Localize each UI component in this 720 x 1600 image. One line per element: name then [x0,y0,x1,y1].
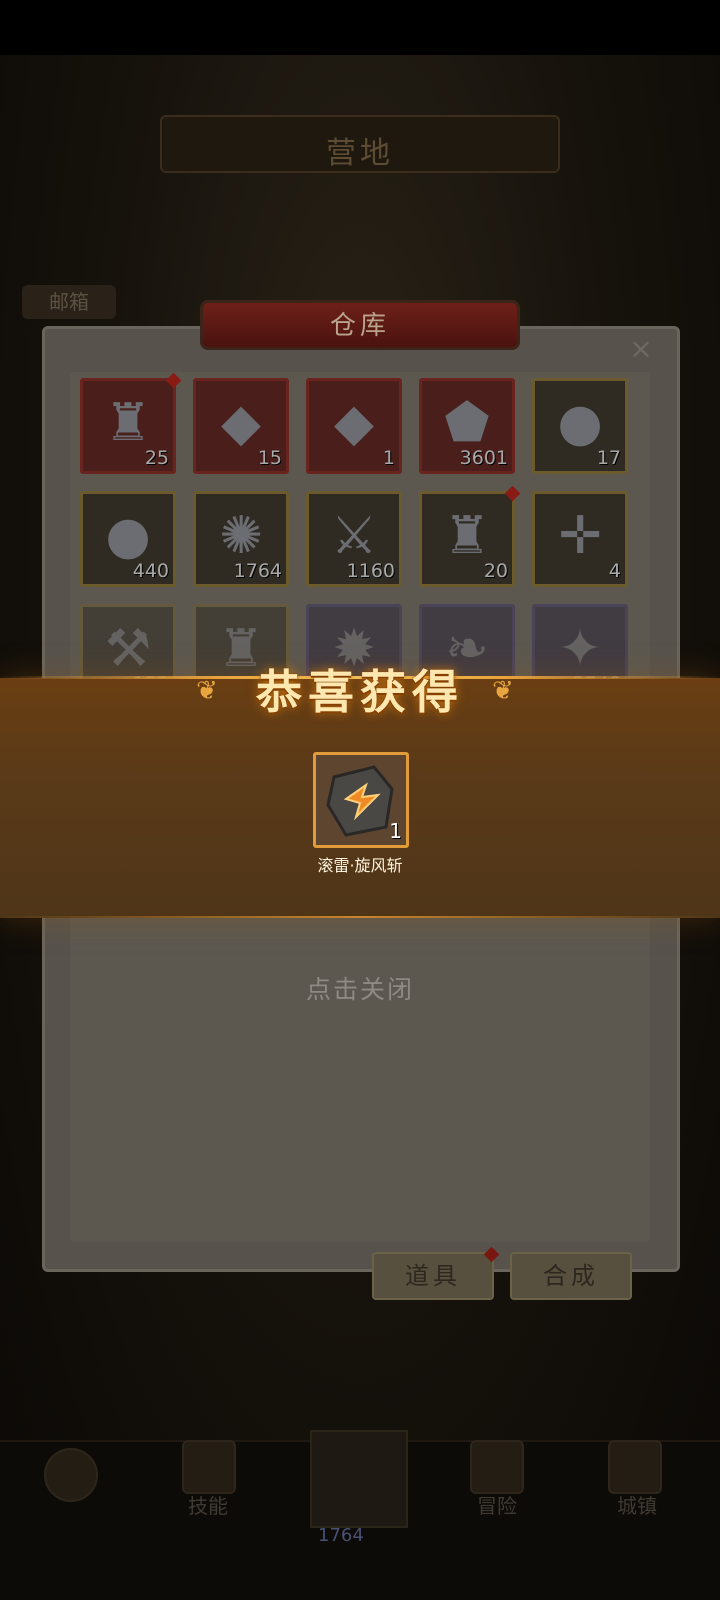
center-shield-icon[interactable] [310,1430,408,1528]
reward-heading: 恭喜获得 [256,665,464,719]
close-icon[interactable]: × [626,334,656,364]
item-icon: ♜ [443,506,491,566]
item-icon: ♜ [104,393,152,453]
item-count: 3601 [459,447,508,469]
inventory-slot[interactable]: ● 440 [80,491,176,587]
item-icon: ◆ [221,393,261,453]
item-count: 1160 [346,560,395,582]
item-count: 440 [132,560,169,582]
cancel-icon[interactable] [44,1448,98,1502]
props-button[interactable]: 道具 [372,1246,500,1300]
item-icon: ⬟ [444,393,490,453]
item-icon: ● [557,393,603,453]
map-icon[interactable] [470,1440,524,1494]
nav-town[interactable]: 城镇 [592,1490,682,1519]
synthesis-button[interactable]: 合成 [510,1252,632,1300]
item-count: 1 [382,447,395,469]
camp-title: 营地 [326,136,394,171]
inventory-slot[interactable]: ✛ 4 [532,491,628,587]
reward-item-name: 滚雷·旋风斩 [317,856,403,875]
nav-skills[interactable]: 技能 [163,1490,253,1519]
inventory-slot[interactable]: ♜ 25 [80,372,182,474]
reward-banner-bottom-line [0,916,720,918]
reward-item-count: 1 [389,819,402,843]
inventory-slot[interactable]: ✺ 1764 [193,491,289,587]
props-button-label: 道具 [405,1262,461,1290]
item-icon: ● [105,506,151,566]
item-count: 20 [483,560,508,582]
tap-to-close-hint[interactable]: 点击关闭 [0,970,720,1006]
inventory-slot[interactable]: ⚔ 1160 [306,491,402,587]
item-count: 4 [608,560,621,582]
item-icon: ✛ [558,506,602,566]
mailbox-tab[interactable]: 邮箱 [22,285,116,319]
town-icon[interactable] [608,1440,662,1494]
nav-adventure[interactable]: 冒险 [452,1490,542,1519]
inventory-slot[interactable]: ◆ 15 [193,378,289,474]
inventory-slot[interactable]: ● 17 [532,378,628,474]
item-icon: ◆ [334,393,374,453]
inventory-slot[interactable]: ⬟ 3601 [419,378,515,474]
reward-item-slot[interactable]: 1 [313,752,409,848]
item-count: 17 [596,447,621,469]
item-count: 1764 [233,560,282,582]
item-icon: ⚔ [330,506,378,566]
inventory-slot[interactable]: ♜ 20 [419,485,521,587]
gem-count: 1764 [318,1525,364,1546]
item-count: 15 [257,447,282,469]
item-icon: ✺ [219,506,263,566]
warehouse-title: 仓库 [329,311,390,341]
skills-icon[interactable] [182,1440,236,1494]
inventory-slot[interactable]: ◆ 1 [306,378,402,474]
item-count: 25 [144,447,169,469]
